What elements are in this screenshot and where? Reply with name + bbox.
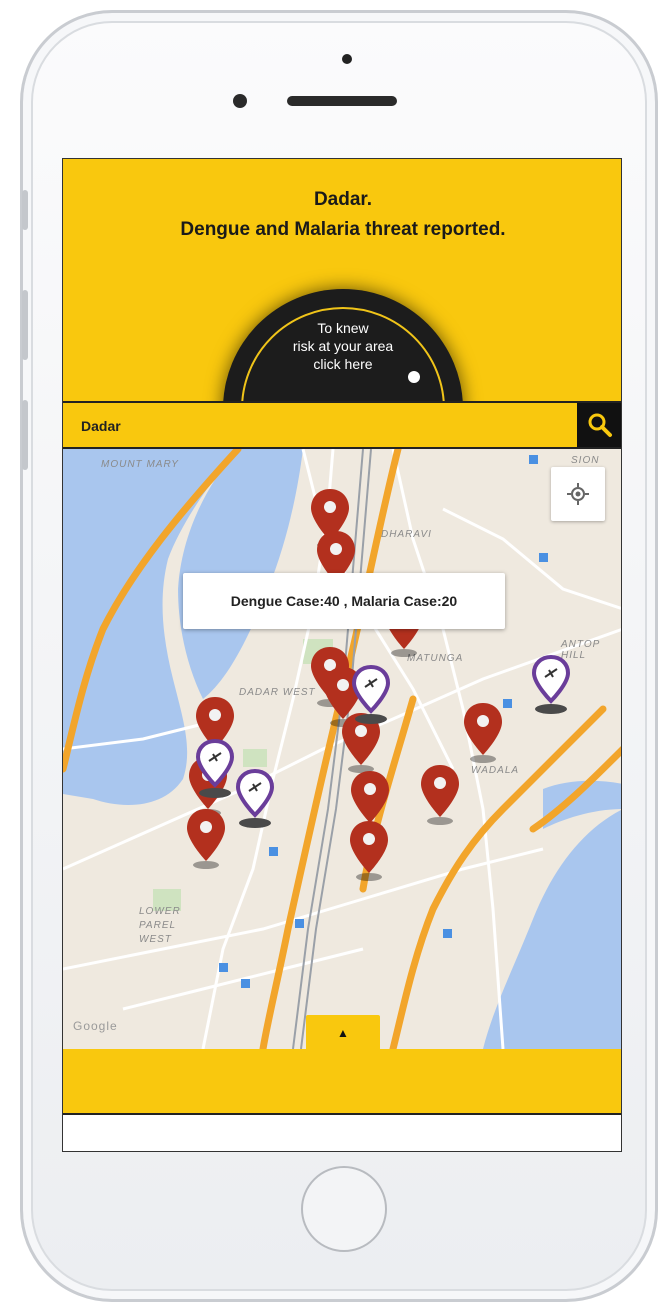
- map-label-sion: SION: [571, 455, 600, 466]
- earpiece-speaker: [287, 96, 397, 106]
- expand-panel-button[interactable]: ▲: [306, 1015, 380, 1049]
- search-button[interactable]: [577, 403, 621, 447]
- proximity-sensor: [342, 54, 352, 64]
- malaria-marker[interactable]: [193, 737, 237, 799]
- risk-check-line-2: risk at your area: [292, 338, 394, 354]
- risk-map[interactable]: MOUNT MARY DHARAVI MATUNGA DADAR WEST AN…: [63, 449, 621, 1049]
- home-button[interactable]: [301, 1166, 387, 1252]
- map-label-wadala: WADALA: [471, 765, 520, 776]
- case-count-tooltip: Dengue Case:40 , Malaria Case:20: [183, 573, 505, 629]
- dengue-marker[interactable]: [461, 701, 505, 763]
- google-attribution: Google: [73, 1019, 118, 1033]
- malaria-marker[interactable]: [349, 663, 393, 725]
- front-camera: [233, 94, 247, 108]
- my-location-button[interactable]: [551, 467, 605, 521]
- dengue-marker[interactable]: [418, 763, 462, 825]
- dengue-marker[interactable]: [347, 819, 391, 881]
- mute-switch: [22, 190, 28, 230]
- volume-up-button: [22, 290, 28, 360]
- app-screen: Dadar. Dengue and Malaria threat reporte…: [62, 158, 622, 1152]
- malaria-marker[interactable]: [233, 767, 277, 829]
- alert-header: Dadar. Dengue and Malaria threat reporte…: [63, 159, 621, 401]
- volume-down-button: [22, 400, 28, 470]
- dengue-marker[interactable]: [184, 807, 228, 869]
- bottom-panel: [63, 1049, 621, 1115]
- search-input[interactable]: [71, 411, 571, 441]
- malaria-marker[interactable]: [529, 653, 573, 715]
- risk-check-line-1: To knew: [317, 320, 369, 336]
- map-label-lower-parel: LOWER PAREL WEST: [139, 906, 181, 945]
- risk-check-indicator: [408, 371, 420, 383]
- map-label-dharavi: DHARAVI: [381, 529, 432, 540]
- risk-check-line-3: click here: [313, 356, 373, 372]
- alert-area: Dadar.: [313, 189, 373, 210]
- risk-check-label[interactable]: To knew risk at your area click here: [263, 319, 423, 373]
- search-bar: [63, 401, 621, 449]
- chevron-up-icon: ▲: [337, 1026, 349, 1040]
- alert-message: Dengue and Malaria threat reported.: [180, 219, 506, 240]
- map-label-dadar-west: DADAR WEST: [239, 687, 316, 698]
- map-label-mount-mary: MOUNT MARY: [101, 459, 179, 470]
- search-icon: [588, 413, 612, 437]
- bottom-strip: [63, 1115, 621, 1151]
- my-location-icon: [567, 483, 589, 505]
